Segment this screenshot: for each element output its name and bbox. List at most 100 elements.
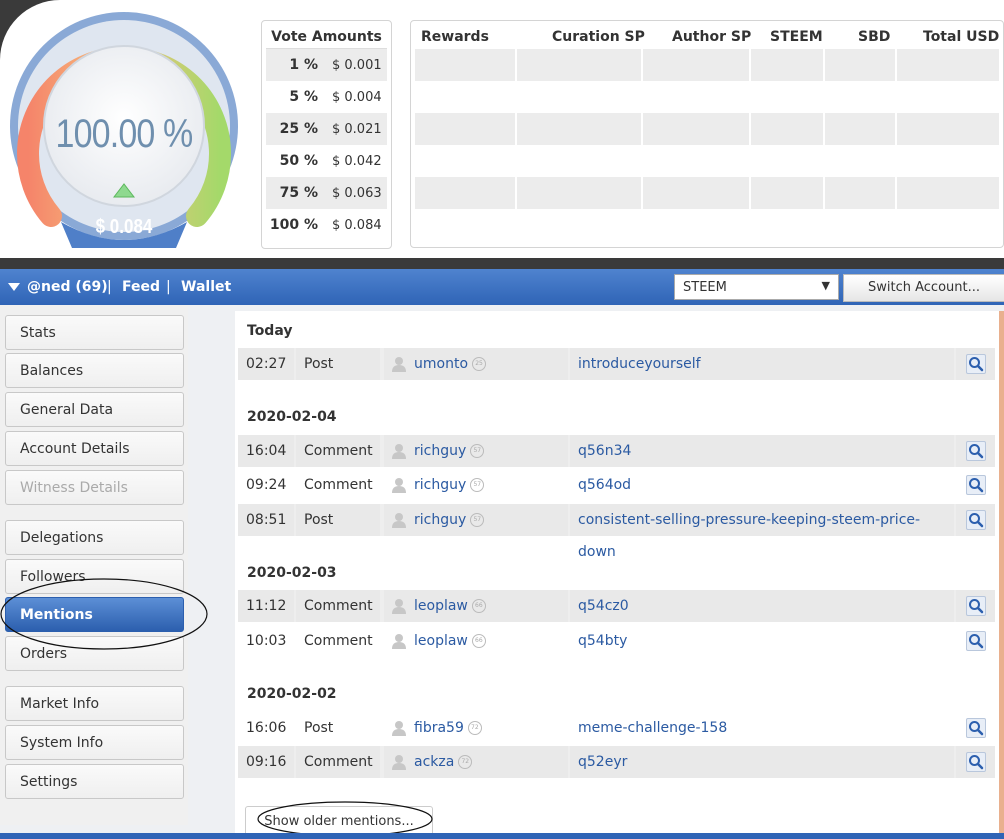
sidebar-item-orders[interactable]: Orders xyxy=(5,636,184,671)
mention-type: Post xyxy=(304,720,334,736)
zoom-cell xyxy=(956,746,995,778)
sidebar-item-delegations[interactable]: Delegations xyxy=(5,520,184,555)
reward-cell xyxy=(643,113,751,145)
reward-cell xyxy=(415,81,517,113)
mention-permlink[interactable]: introduceyourself xyxy=(570,348,954,380)
search-icon[interactable] xyxy=(966,510,986,530)
mention-permlink[interactable]: q52eyr xyxy=(570,746,954,778)
reward-cell xyxy=(897,113,1001,145)
zoom-cell xyxy=(956,348,995,380)
mention-type: Comment xyxy=(296,590,380,622)
mention-author-link[interactable]: ackza xyxy=(414,754,454,770)
mention-permlink[interactable]: meme-challenge-158 xyxy=(570,712,954,744)
reward-cell xyxy=(825,177,897,209)
nav-separator: | xyxy=(107,279,112,295)
sidebar-item-system-info[interactable]: System Info xyxy=(5,725,184,760)
rewards-col-header: Rewards xyxy=(421,29,489,45)
mention-time: 11:12 xyxy=(238,590,294,622)
user-icon xyxy=(392,357,406,372)
mention-author-cell: leoplaw 66 xyxy=(384,625,568,657)
reward-cell xyxy=(825,145,897,177)
feed-link[interactable]: Feed xyxy=(122,279,160,295)
coin-select[interactable]: STEEM ▼ xyxy=(674,274,839,300)
mention-author-cell: leoplaw 66 xyxy=(384,590,568,622)
search-icon[interactable] xyxy=(966,475,986,495)
search-icon[interactable] xyxy=(966,631,986,651)
reward-cell xyxy=(751,49,825,81)
mention-permlink[interactable]: q54bty xyxy=(570,625,954,657)
account-name-link[interactable]: @ned (69) xyxy=(27,279,108,295)
mention-author-link[interactable]: fibra59 xyxy=(414,720,464,736)
reward-cell xyxy=(517,177,643,209)
mention-permlink[interactable]: q54cz0 xyxy=(570,590,954,622)
sidebar-item-stats[interactable]: Stats xyxy=(5,315,184,350)
scroll-edge xyxy=(999,311,1004,839)
reward-cell xyxy=(517,145,643,177)
reward-row xyxy=(415,177,1001,209)
mention-date-header: 2020-02-02 xyxy=(247,686,337,702)
mention-type: Post xyxy=(296,348,380,380)
user-icon xyxy=(392,755,406,770)
sidebar-item-witness-details: Witness Details xyxy=(5,470,184,505)
wallet-link[interactable]: Wallet xyxy=(181,279,231,295)
mention-type: Comment xyxy=(304,633,373,649)
mention-permlink[interactable]: q56n34 xyxy=(570,435,954,467)
mention-row: 09:16 Comment ackza 72 q52eyr xyxy=(238,746,995,778)
mention-time: 09:16 xyxy=(238,746,294,778)
mention-author-link[interactable]: umonto xyxy=(414,356,468,372)
mention-author-link[interactable]: richguy xyxy=(414,512,466,528)
vote-amount-row: 1 % $ 0.001 xyxy=(266,49,387,81)
sidebar-item-mentions[interactable]: Mentions xyxy=(5,597,184,632)
reward-cell xyxy=(897,81,1001,113)
mention-author-cell: umonto 25 xyxy=(384,348,568,380)
mentions-panel: Today 02:27 Post umonto 25 introduceyourself 2… xyxy=(235,311,1002,839)
mention-author-link[interactable]: leoplaw xyxy=(414,633,468,649)
reward-cell xyxy=(415,209,517,241)
mention-author-cell: richguy 57 xyxy=(384,435,568,467)
reputation-badge: 25 xyxy=(472,357,487,371)
reward-cell xyxy=(825,81,897,113)
zoom-cell xyxy=(956,504,995,536)
mention-author-link[interactable]: richguy xyxy=(414,443,466,459)
reward-cell xyxy=(415,177,517,209)
sidebar-item-followers[interactable]: Followers xyxy=(5,559,184,594)
vote-amount-row: 75 % $ 0.063 xyxy=(266,177,387,209)
mention-row: 09:24 Comment richguy 57 q564od xyxy=(238,469,995,501)
sidebar-item-account-details[interactable]: Account Details xyxy=(5,431,184,466)
user-icon xyxy=(392,721,406,736)
vote-amount-row: 25 % $ 0.021 xyxy=(266,113,387,145)
sidebar-item-settings[interactable]: Settings xyxy=(5,764,184,799)
mention-author-cell: richguy 57 xyxy=(384,469,568,501)
user-icon xyxy=(392,444,406,459)
search-icon[interactable] xyxy=(966,752,986,772)
search-icon[interactable] xyxy=(966,441,986,461)
mention-date-header: 2020-02-04 xyxy=(247,409,337,425)
search-icon[interactable] xyxy=(966,596,986,616)
sidebar-item-general-data[interactable]: General Data xyxy=(5,392,184,427)
user-icon xyxy=(392,478,406,493)
mention-author-link[interactable]: richguy xyxy=(414,477,466,493)
mention-author-link[interactable]: leoplaw xyxy=(414,598,468,614)
collapse-triangle-icon[interactable] xyxy=(8,283,20,291)
reputation-badge: 66 xyxy=(471,599,486,613)
search-icon[interactable] xyxy=(966,718,986,738)
vote-value: $ 0.021 xyxy=(332,121,382,137)
mention-author-cell: fibra59 72 xyxy=(384,712,568,744)
reward-cell xyxy=(415,113,517,145)
sidebar-item-balances[interactable]: Balances xyxy=(5,353,184,388)
vote-value: $ 0.004 xyxy=(332,89,382,105)
reward-cell xyxy=(415,145,517,177)
mention-permlink[interactable]: q564od xyxy=(570,469,954,501)
search-icon[interactable] xyxy=(966,354,986,374)
reward-cell xyxy=(897,209,1001,241)
chevron-down-icon: ▼ xyxy=(821,279,830,292)
show-older-mentions-button[interactable]: Show older mentions... xyxy=(245,806,433,836)
rewards-table: Rewards Curation SP Author SP STEEM SBD … xyxy=(410,20,1004,248)
mention-permlink[interactable]: consistent-selling-pressure-keeping-stee… xyxy=(570,504,954,560)
reward-cell xyxy=(415,49,517,81)
sidebar-item-market-info[interactable]: Market Info xyxy=(5,686,184,721)
vote-percent: 1 % xyxy=(289,57,318,73)
vote-percent: 100 % xyxy=(269,217,318,233)
reputation-badge: 57 xyxy=(470,478,485,492)
switch-account-button[interactable]: Switch Account... xyxy=(843,274,1004,302)
